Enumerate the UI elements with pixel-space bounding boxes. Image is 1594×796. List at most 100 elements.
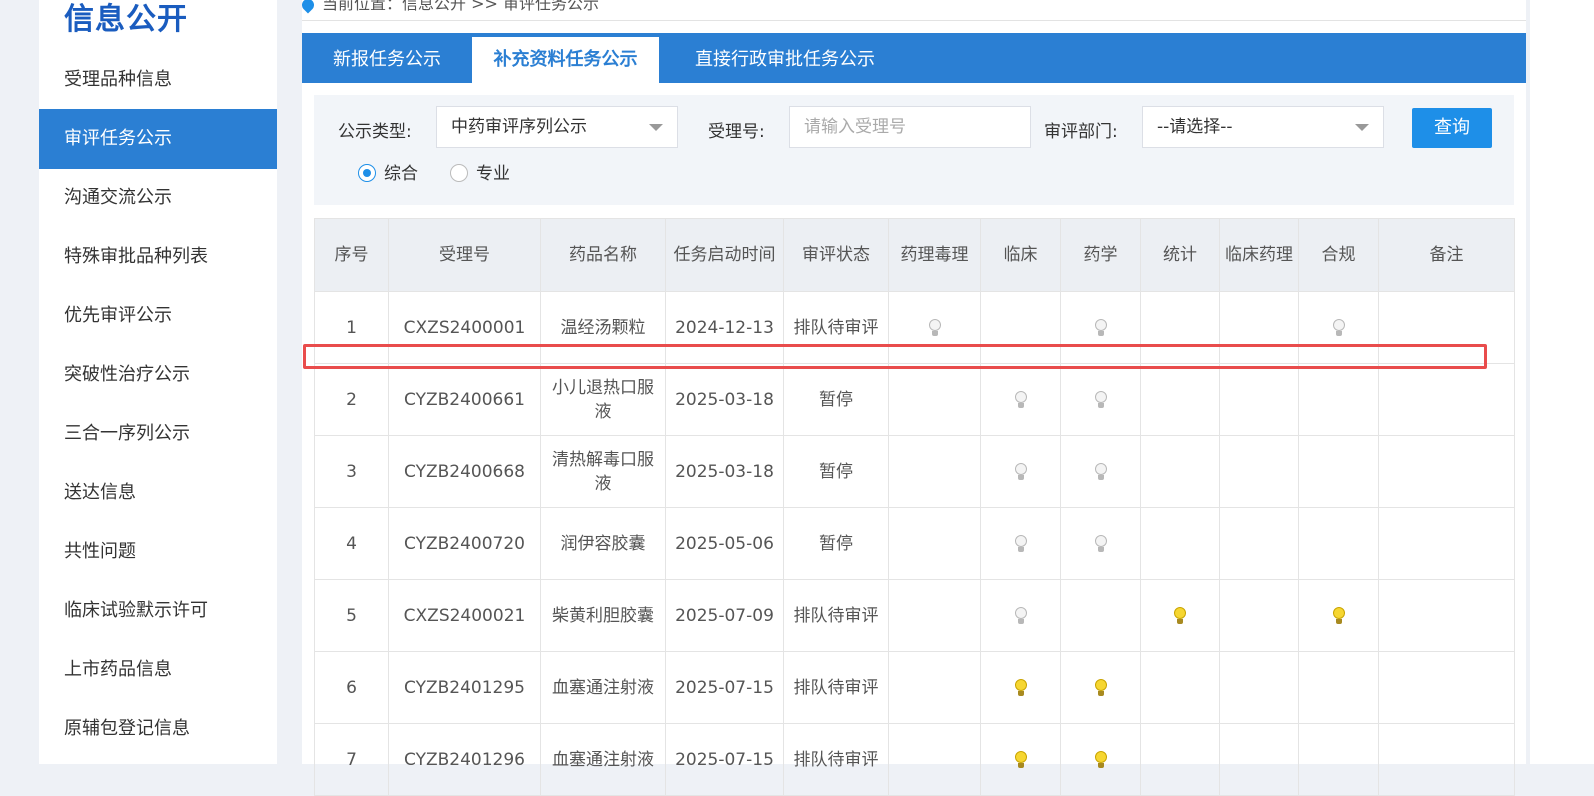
bulb-glass	[1014, 606, 1027, 619]
cell-pharm-tox	[888, 651, 981, 724]
table-row[interactable]: 1 CXZS2400001 温经汤颗粒 2024-12-13 排队待审评	[314, 291, 1515, 364]
cell-clin-pharm	[1219, 291, 1299, 364]
bulb-base	[1097, 474, 1104, 480]
sidebar-item[interactable]: 上市药品信息	[39, 640, 277, 700]
tab-new-tasks[interactable]: 新报任务公示	[302, 33, 472, 83]
sidebar-item[interactable]: 共性问题	[39, 522, 277, 582]
cell-pharmacy	[1060, 435, 1141, 508]
cell-status: 暂停	[783, 507, 889, 580]
sidebar-item[interactable]: 受理品种信息	[39, 50, 277, 110]
sidebar-item[interactable]: 三合一序列公示	[39, 404, 277, 464]
cell-name: 清热解毒口服液	[540, 435, 666, 508]
table-row[interactable]: 3 CYZB2400668 清热解毒口服液 2025-03-18 暂停	[314, 435, 1515, 508]
bulb-glass	[1332, 606, 1345, 619]
cell-id: CYZB2400661	[388, 363, 541, 436]
radio-general[interactable]: 综合	[358, 159, 418, 184]
column-header: 药理毒理	[888, 218, 981, 292]
cell-status: 暂停	[783, 435, 889, 508]
bulb-glass	[1014, 678, 1027, 691]
dept-select[interactable]: --请选择--	[1142, 106, 1384, 148]
cell-compliance	[1298, 651, 1379, 724]
lightbulb-off-icon	[1332, 318, 1345, 337]
bulb-glass	[1094, 462, 1107, 475]
lightbulb-off-icon	[1094, 390, 1107, 409]
acceptance-label: 受理号:	[708, 122, 765, 142]
radio-professional-label: 专业	[476, 164, 510, 184]
bulb-glass	[1014, 390, 1027, 403]
bulb-glass	[1094, 390, 1107, 403]
cell-id: CXZS2400001	[388, 291, 541, 364]
cell-pharm-tox	[888, 723, 981, 796]
cell-pharm-tox	[888, 291, 981, 364]
cell-clin-pharm	[1219, 579, 1299, 652]
cell-stats	[1140, 723, 1220, 796]
bulb-glass	[928, 318, 941, 331]
bulb-base	[1097, 690, 1104, 696]
cell-no: 2	[314, 363, 389, 436]
cell-id: CYZB2401296	[388, 723, 541, 796]
tab-direct-approval-tasks[interactable]: 直接行政审批任务公示	[659, 33, 911, 83]
cell-clinical	[980, 291, 1061, 364]
bulb-base	[931, 330, 938, 336]
query-button[interactable]: 查询	[1412, 108, 1492, 148]
sidebar-item[interactable]: 特殊审批品种列表	[39, 227, 277, 287]
radio-general-label: 综合	[384, 164, 418, 184]
bulb-base	[1017, 690, 1024, 696]
sidebar-item[interactable]: 原辅包登记信息	[39, 699, 277, 759]
chevron-down-icon	[649, 124, 663, 131]
cell-pharmacy	[1060, 507, 1141, 580]
cell-clin-pharm	[1219, 435, 1299, 508]
sidebar-item[interactable]: 送达信息	[39, 463, 277, 523]
column-header: 序号	[314, 218, 389, 292]
cell-name: 润伊容胶囊	[540, 507, 666, 580]
column-header: 临床	[980, 218, 1061, 292]
lightbulb-on-icon	[1094, 678, 1107, 697]
table-row[interactable]: 6 CYZB2401295 血塞通注射液 2025-07-15 排队待审评	[314, 651, 1515, 724]
bulb-base	[1097, 762, 1104, 768]
cell-date: 2025-03-18	[665, 435, 784, 508]
bulb-glass	[1094, 534, 1107, 547]
cell-status: 排队待审评	[783, 723, 889, 796]
dept-select-value: --请选择--	[1157, 117, 1233, 137]
sidebar-item[interactable]: 审评任务公示	[39, 109, 277, 169]
cell-no: 6	[314, 651, 389, 724]
bulb-glass	[1014, 750, 1027, 763]
sidebar-item[interactable]: 优先审评公示	[39, 286, 277, 346]
table-row[interactable]: 7 CYZB2401296 血塞通注射液 2025-07-15 排队待审评	[314, 723, 1515, 796]
cell-name: 温经汤颗粒	[540, 291, 666, 364]
sidebar-item[interactable]: 突破性治疗公示	[39, 345, 277, 405]
cell-stats	[1140, 363, 1220, 436]
cell-clinical	[980, 363, 1061, 436]
column-header: 药学	[1060, 218, 1141, 292]
bulb-base	[1097, 402, 1104, 408]
acceptance-input[interactable]: 请输入受理号	[789, 106, 1031, 148]
sidebar-item[interactable]: 临床试验默示许可	[39, 581, 277, 641]
table-row[interactable]: 4 CYZB2400720 润伊容胶囊 2025-05-06 暂停	[314, 507, 1515, 580]
cell-remark	[1378, 579, 1515, 652]
bulb-base	[1177, 618, 1183, 624]
bulb-base	[1097, 330, 1104, 336]
tab-supplement-tasks[interactable]: 补充资料任务公示	[472, 37, 659, 83]
radio-professional[interactable]: 专业	[450, 159, 510, 184]
table-row[interactable]: 2 CYZB2400661 小儿退热口服液 2025-03-18 暂停	[314, 363, 1515, 436]
type-select[interactable]: 中药审评序列公示	[436, 106, 678, 148]
page-right-margin	[1530, 0, 1594, 764]
cell-status: 排队待审评	[783, 651, 889, 724]
cell-date: 2025-07-09	[665, 579, 784, 652]
lightbulb-on-icon	[1174, 606, 1186, 625]
cell-pharmacy	[1060, 291, 1141, 364]
task-table: 序号 受理号 药品名称 任务启动时间 审评状态 药理毒理 临床 药学 统计 临床药理 合规 备注 1C…	[314, 218, 1515, 796]
cell-pharm-tox	[888, 363, 981, 436]
cell-id: CYZB2400720	[388, 507, 541, 580]
sidebar-item[interactable]: 沟通交流公示	[39, 168, 277, 228]
table-row[interactable]: 5 CXZS2400021 柴黄利胆胶囊 2025-07-09 排队待审评	[314, 579, 1515, 652]
cell-status: 排队待审评	[783, 579, 889, 652]
tab-bar: 新报任务公示 补充资料任务公示 直接行政审批任务公示	[302, 33, 1526, 83]
cell-id: CXZS2400021	[388, 579, 541, 652]
cell-no: 7	[314, 723, 389, 796]
cell-date: 2024-12-13	[665, 291, 784, 364]
cell-date: 2025-05-06	[665, 507, 784, 580]
sidebar-title: 信息公开	[64, 2, 188, 37]
cell-pharmacy	[1060, 579, 1141, 652]
main-content: 当前位置：信息公开 >> 审评任务公示 新报任务公示 补充资料任务公示 直接行政…	[299, 0, 1526, 796]
